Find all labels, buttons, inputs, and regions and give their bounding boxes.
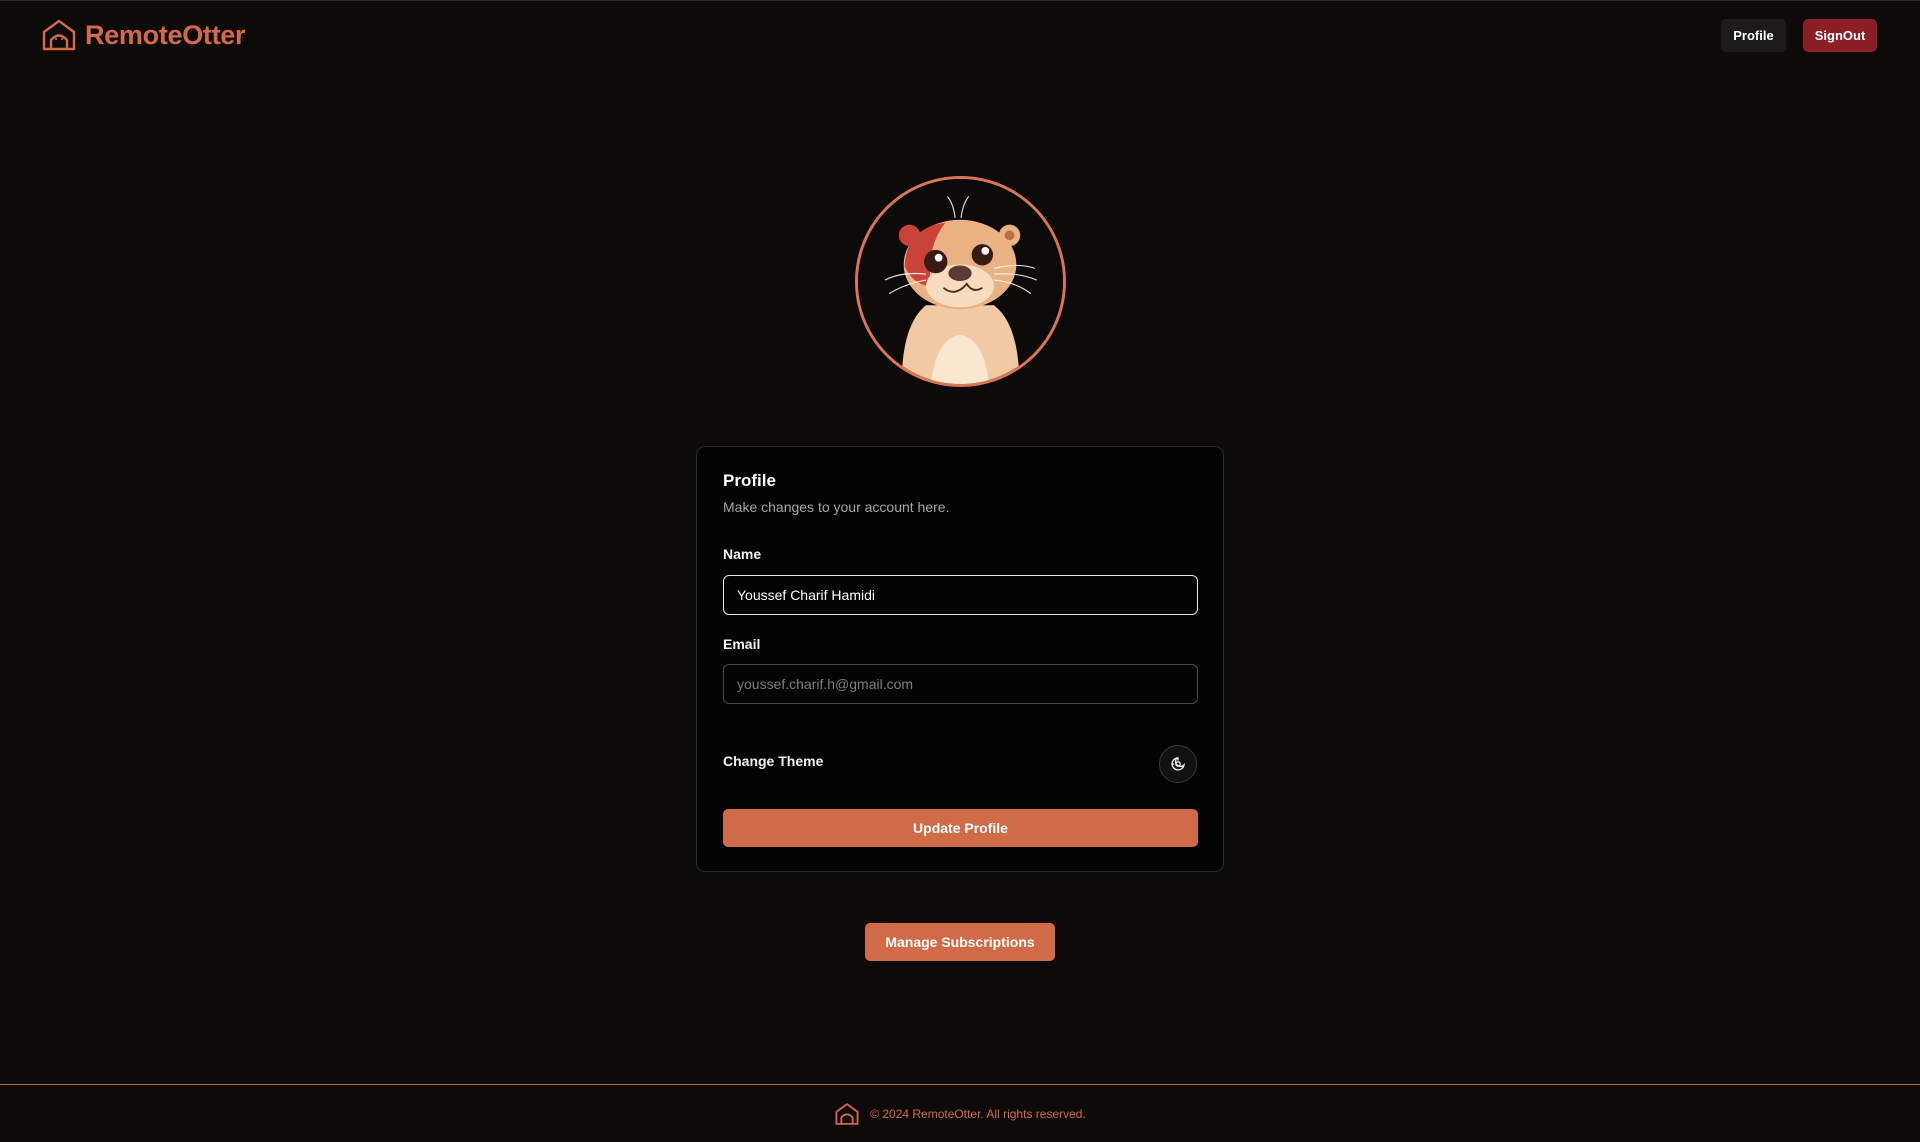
card-subtitle: Make changes to your account here. — [723, 499, 950, 515]
brand[interactable]: RemoteOtter — [41, 18, 246, 52]
footer-logo-icon — [835, 1103, 859, 1125]
brand-name: RemoteOtter — [85, 19, 246, 50]
otter-avatar-image — [858, 179, 1063, 384]
top-nav: Profile SignOut — [1721, 19, 1877, 52]
footer: © 2024 RemoteOtter. All rights reserved. — [0, 1084, 1920, 1142]
copyright-text: © 2024 RemoteOtter. All rights reserved. — [870, 1107, 1086, 1121]
profile-button[interactable]: Profile — [1721, 19, 1786, 52]
avatar — [855, 176, 1066, 387]
card-title: Profile — [723, 471, 776, 490]
page: RemoteOtter Profile SignOut Profile Make… — [0, 0, 1920, 1142]
moon-sun-icon — [1171, 756, 1186, 771]
manage-subscriptions-button[interactable]: Manage Subscriptions — [865, 923, 1055, 961]
signout-button[interactable]: SignOut — [1803, 19, 1877, 52]
email-label: Email — [723, 636, 761, 652]
theme-toggle-button[interactable] — [1159, 745, 1197, 783]
name-field[interactable] — [723, 575, 1198, 615]
change-theme-label: Change Theme — [723, 753, 824, 769]
house-otter-icon — [42, 19, 76, 51]
update-profile-button[interactable]: Update Profile — [723, 809, 1198, 847]
email-field[interactable] — [723, 664, 1198, 704]
top-bar: RemoteOtter Profile SignOut — [0, 1, 1920, 69]
profile-card: Profile Make changes to your account her… — [696, 446, 1224, 872]
name-label: Name — [723, 546, 762, 562]
